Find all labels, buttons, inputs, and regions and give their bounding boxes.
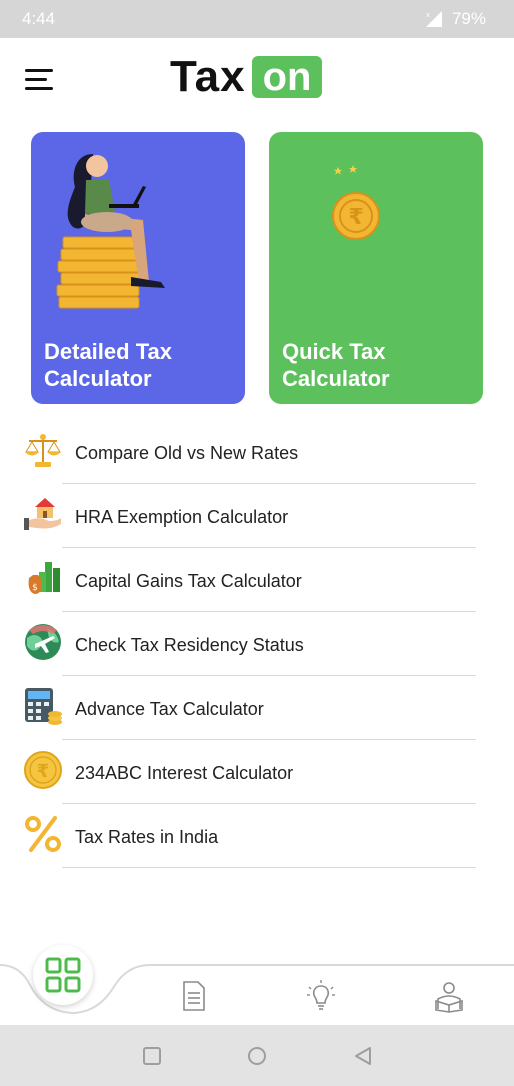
menu-item-label: Check Tax Residency Status [75,635,304,655]
svg-text:x: x [426,11,430,19]
svg-text:₹: ₹ [37,761,50,782]
menu-item-capital-gains[interactable]: $ Capital Gains Tax Calculator [0,548,514,612]
quick-tax-calculator-card[interactable]: ₹ Quick Tax Calculator [269,132,483,404]
tools-list: Compare Old vs New Rates HRA Exemption C… [0,420,514,868]
lightbulb-icon [307,980,335,1010]
balance-scale-icon [25,434,61,467]
menu-item-234abc-interest[interactable]: ₹ 234ABC Interest Calculator [0,740,514,804]
money-bag-icon: $ [28,562,60,594]
rupee-coin-icon: ₹ [24,751,62,789]
battery-percent: 79% [451,9,486,28]
person-reading-icon [435,982,463,1013]
menu-item-tax-rates[interactable]: Tax Rates in India [0,804,514,868]
menu-item-label: Advance Tax Calculator [75,699,264,719]
divider [62,867,476,868]
menu-item-label: 234ABC Interest Calculator [75,763,294,783]
status-bar: 4:44 x 79% [0,0,514,38]
menu-item-label: Tax Rates in India [75,827,219,847]
rupee-coin-illustration: ₹ [332,165,380,240]
status-time: 4:44 [22,9,56,28]
grid-home-icon [45,957,81,993]
menu-item-hra-exemption[interactable]: HRA Exemption Calculator [0,484,514,548]
status-icons: x 79% [424,7,486,31]
bottom-navigation [0,945,514,1025]
menu-item-advance-tax[interactable]: Advance Tax Calculator [0,676,514,740]
system-navigation-bar [0,1025,514,1086]
signal-icon: x [425,11,442,27]
logo-text-tax: Tax [170,52,246,101]
quick-tax-card-label: Quick Tax Calculator [282,339,390,391]
globe-plane-icon [25,624,61,660]
app-header: Tax on [0,38,514,124]
menu-item-label: Capital Gains Tax Calculator [75,571,302,591]
svg-text:₹: ₹ [348,205,363,230]
back-triangle-icon[interactable] [352,1045,374,1067]
house-in-hand-icon [24,498,61,530]
home-circle-icon[interactable] [246,1045,268,1067]
detailed-tax-card-label: Detailed Tax Calculator [44,339,172,391]
menu-item-compare-rates[interactable]: Compare Old vs New Rates [0,420,514,484]
recents-square-icon[interactable] [141,1045,163,1067]
app-logo: Tax on [170,52,323,101]
woman-on-coins-illustration [56,154,165,309]
menu-item-label: Compare Old vs New Rates [75,443,299,463]
nav-learn-button[interactable] [432,979,466,1013]
nav-documents-button[interactable] [176,979,210,1013]
logo-text-on: on [251,56,323,98]
detailed-tax-calculator-card[interactable]: Detailed Tax Calculator [31,132,245,404]
nav-tips-button[interactable] [304,979,338,1013]
svg-text:$: $ [32,583,38,593]
menu-item-label: HRA Exemption Calculator [75,507,289,527]
menu-item-tax-residency[interactable]: Check Tax Residency Status [0,612,514,676]
nav-home-button[interactable] [33,945,93,1005]
percent-icon [25,816,61,852]
calculator-coins-icon [25,688,62,725]
hamburger-menu-icon[interactable] [22,66,56,94]
document-list-icon [183,981,205,1011]
